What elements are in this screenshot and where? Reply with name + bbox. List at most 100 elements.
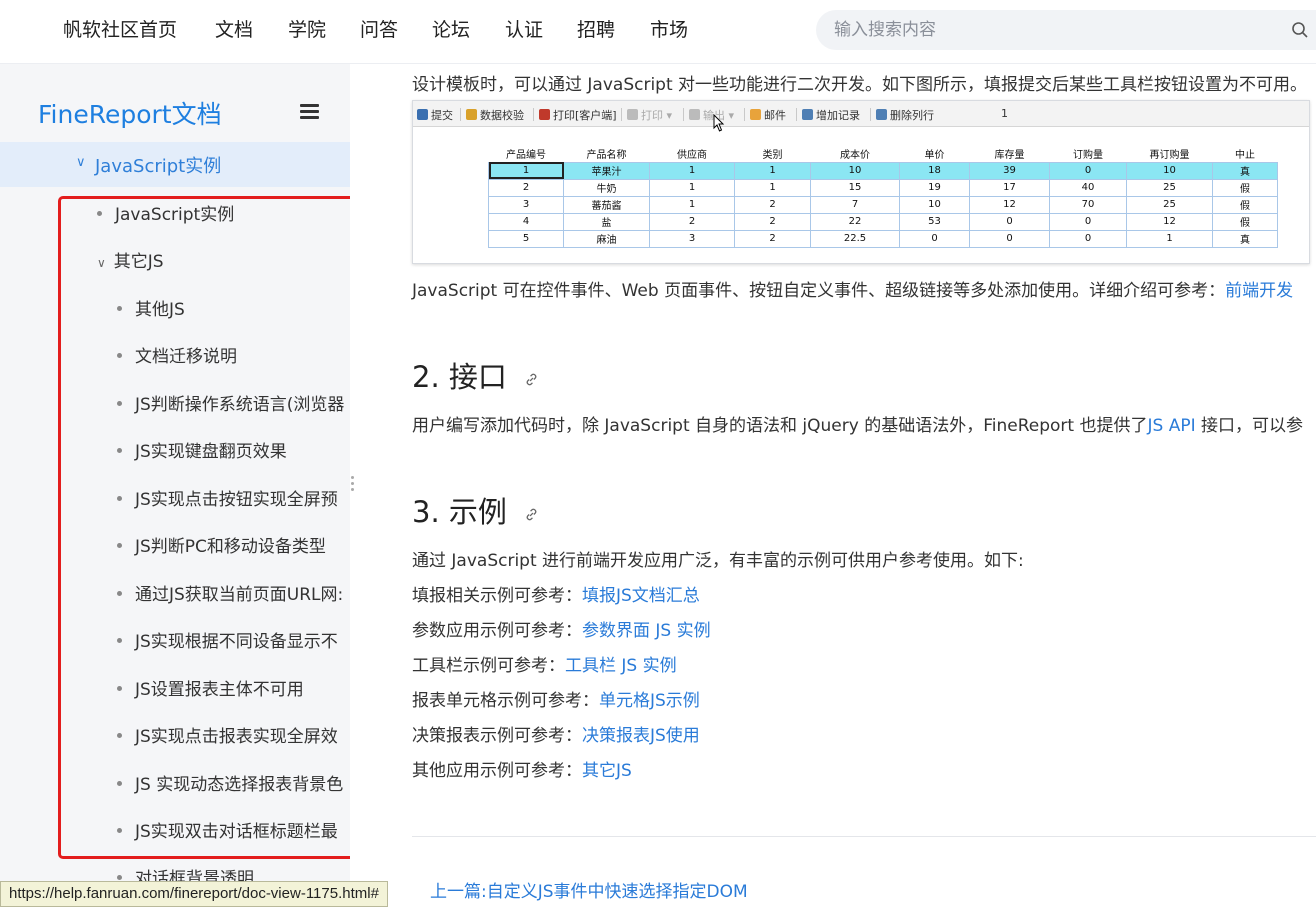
table-cell: 10: [810, 161, 900, 180]
link-icon[interactable]: [524, 372, 539, 387]
sidebar-item-javascript-examples[interactable]: ∨ JavaScript实例: [0, 142, 350, 187]
brand-title[interactable]: FineReport文档: [38, 95, 222, 131]
table-cell: 22.5: [810, 229, 900, 248]
table-cell: 10: [899, 195, 970, 214]
bullet-icon: [97, 210, 102, 216]
table-header-row: 产品编号 产品名称 供应商 类别 成本价 单价 库存量 订购量 再订购量 中止: [488, 145, 1278, 163]
example-item: 填报相关示例可参考：填报JS文档汇总: [412, 586, 700, 606]
sidebar-item[interactable]: JS实现点击按钮实现全屏预: [117, 485, 338, 510]
nav-forum[interactable]: 论坛: [432, 17, 470, 43]
example-item: 其他应用示例可参考：其它JS: [412, 761, 632, 781]
delete-row-icon: [876, 109, 887, 120]
table-cell: 1: [488, 161, 564, 180]
nav-certification[interactable]: 认证: [505, 17, 543, 43]
sidebar-item[interactable]: JS实现根据不同设备显示不: [117, 627, 338, 652]
table-cell: 0: [969, 212, 1050, 231]
table-cell: 0: [1049, 212, 1127, 231]
table-cell: 真: [1212, 229, 1278, 248]
bullet-icon: [117, 590, 122, 596]
sidebar-item[interactable]: JS实现点击报表实现全屏效: [117, 722, 338, 747]
nav-market[interactable]: 市场: [650, 17, 688, 43]
table-cell: 53: [899, 212, 970, 231]
toolbar-print: 打印 ▾: [627, 107, 672, 123]
table-cell: 盐: [563, 212, 650, 231]
sidebar-item[interactable]: JS 实现动态选择报表背景色: [117, 770, 343, 795]
toolbar-submit: 提交: [417, 107, 453, 123]
sidebar-item[interactable]: 文档迁移说明: [117, 342, 237, 367]
table-cell: 3: [649, 229, 735, 248]
sidebar-item[interactable]: JS设置报表主体不可用: [117, 675, 304, 700]
link-icon[interactable]: [524, 507, 539, 522]
sidebar-item[interactable]: JS实现双击对话框标题栏最: [117, 817, 338, 842]
column-header: 再订购量: [1126, 145, 1213, 163]
example-link[interactable]: 决策报表JS使用: [582, 726, 700, 746]
highlight-box: [58, 196, 350, 859]
check-icon: [466, 109, 477, 120]
sidebar-item[interactable]: JS判断操作系统语言(浏览器: [117, 390, 344, 415]
example-link[interactable]: 其它JS: [582, 761, 632, 781]
sidebar-item[interactable]: JS实现键盘翻页效果: [117, 437, 287, 462]
table-cell: 苹果汁: [563, 161, 650, 180]
sidebar-group-other-js[interactable]: ∨ 其它JS: [97, 247, 164, 272]
example-link[interactable]: 工具栏 JS 实例: [565, 656, 677, 676]
chevron-down-icon: ∨: [76, 155, 86, 170]
prev-page-nav[interactable]: 上一篇:自定义JS事件中快速选择指定DOM: [430, 877, 748, 902]
bullet-icon: [117, 685, 122, 691]
sidebar-item[interactable]: JS判断PC和移动设备类型: [117, 532, 326, 557]
table-cell: 1: [734, 178, 811, 197]
sidebar-item[interactable]: 其他JS: [117, 295, 185, 320]
frontend-dev-link[interactable]: 前端开发: [1225, 281, 1293, 301]
example-link[interactable]: 单元格JS示例: [599, 691, 700, 711]
print-icon: [539, 109, 550, 120]
table-row: 4 盐 2 2 22 53 0 0 12 假: [488, 212, 1278, 231]
column-header: 产品编号: [488, 145, 564, 163]
example-link[interactable]: 参数界面 JS 实例: [582, 621, 711, 641]
table-cell: 麻油: [563, 229, 650, 248]
report-toolbar: 提交 数据校验 打印[客户端] 打印 ▾ 输出 ▾ 邮件 增加记录 删除列行 1: [413, 101, 1309, 127]
sidebar-item[interactable]: JavaScript实例: [97, 200, 234, 225]
nav-home[interactable]: 帆软社区首页: [63, 17, 177, 43]
table-cell: 19: [899, 178, 970, 197]
save-icon: [417, 109, 428, 120]
example-item: 报表单元格示例可参考：单元格JS示例: [412, 691, 700, 711]
table-cell: 0: [1049, 161, 1127, 180]
table-cell: 1: [734, 161, 811, 180]
bullet-icon: [117, 447, 122, 453]
nav-jobs[interactable]: 招聘: [577, 17, 615, 43]
search-input[interactable]: [834, 18, 1274, 42]
table-row: 5 麻油 3 2 22.5 0 0 0 1 真: [488, 229, 1278, 248]
table-cell: 10: [1126, 161, 1213, 180]
column-header: 中止: [1212, 145, 1278, 163]
table-cell: 39: [969, 161, 1050, 180]
js-api-link[interactable]: JS API: [1147, 416, 1195, 436]
table-cell: 假: [1212, 212, 1278, 231]
toolbar-delete-row: 删除列行: [876, 107, 934, 123]
search-icon[interactable]: [1291, 21, 1309, 39]
nav-academy[interactable]: 学院: [288, 17, 326, 43]
divider: [412, 836, 1316, 837]
browser-status-url: https://help.fanruan.com/finereport/doc-…: [0, 881, 388, 907]
table-cell: 假: [1212, 178, 1278, 197]
hamburger-menu-icon[interactable]: [300, 104, 319, 120]
sidebar-item[interactable]: 通过JS获取当前页面URL网:: [117, 580, 343, 605]
table-cell: 假: [1212, 195, 1278, 214]
table-cell: 70: [1049, 195, 1127, 214]
table-cell: 25: [1126, 195, 1213, 214]
main-content: 设计模板时，可以通过 JavaScript 对一些功能进行二次开发。如下图所示，…: [350, 64, 1316, 907]
example-item: 工具栏示例可参考：工具栏 JS 实例: [412, 656, 677, 676]
column-header: 供应商: [649, 145, 735, 163]
table-cell: 3: [488, 195, 564, 214]
table-cell: 40: [1049, 178, 1127, 197]
bullet-icon: [117, 637, 122, 643]
table-cell: 12: [969, 195, 1050, 214]
mouse-cursor-icon: [713, 114, 725, 132]
column-header: 成本价: [810, 145, 900, 163]
nav-qa[interactable]: 问答: [360, 17, 398, 43]
nav-docs[interactable]: 文档: [215, 17, 253, 43]
top-nav: 帆软社区首页 文档 学院 问答 论坛 认证 招聘 市场: [0, 0, 1316, 64]
export-icon: [689, 109, 700, 120]
prev-page-link[interactable]: 自定义JS事件中快速选择指定DOM: [487, 882, 748, 902]
intro-text: 设计模板时，可以通过 JavaScript 对一些功能进行二次开发。如下图所示，…: [412, 75, 1308, 95]
column-header: 产品名称: [563, 145, 650, 163]
example-link[interactable]: 填报JS文档汇总: [582, 586, 700, 606]
